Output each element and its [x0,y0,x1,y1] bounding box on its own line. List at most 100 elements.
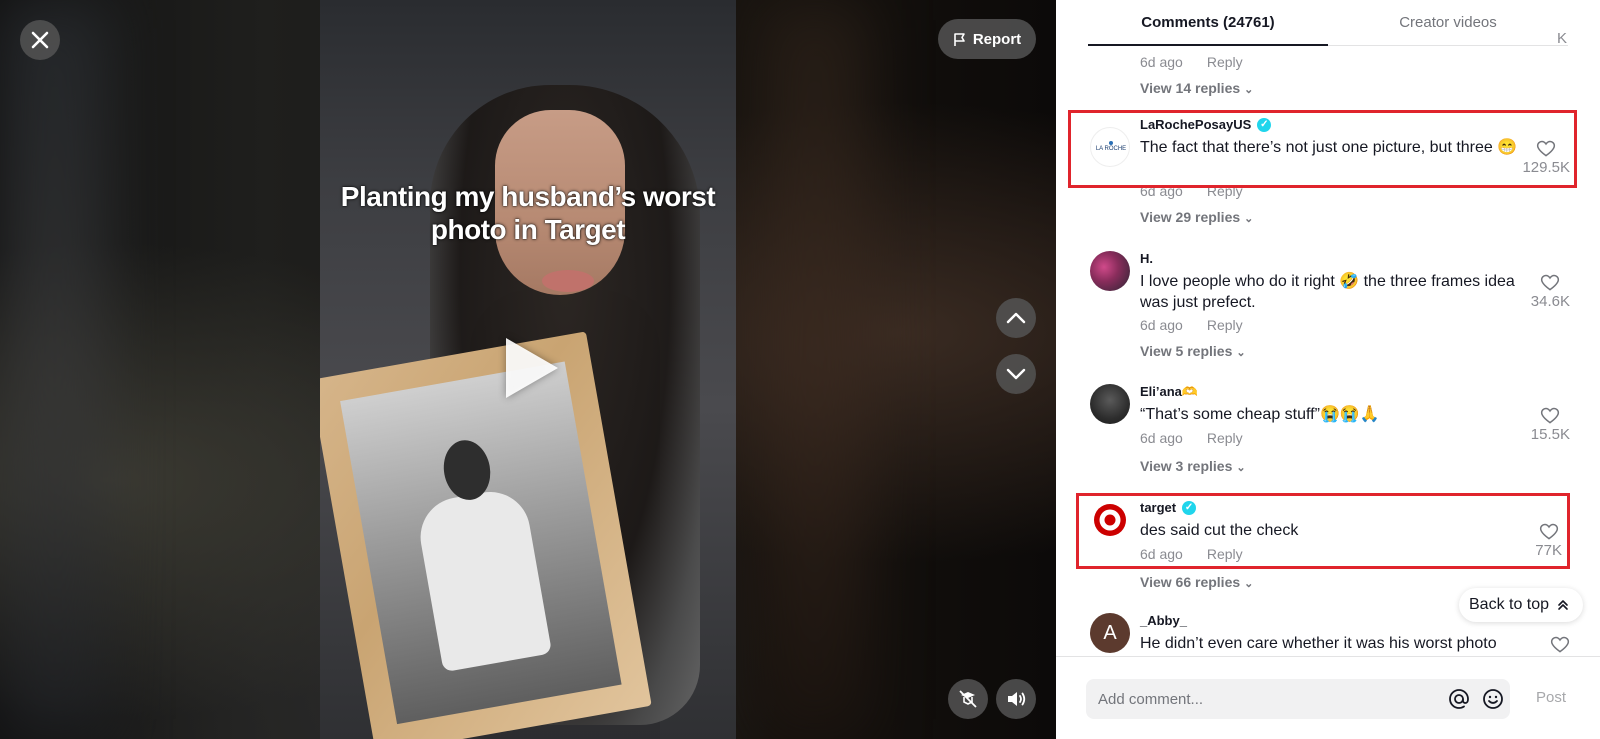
comment-text: I love people who do it right 🤣 the thre… [1140,273,1515,311]
background-blur [760,0,870,739]
comment-username[interactable]: H. [1140,251,1153,266]
avatar[interactable]: A [1090,613,1130,653]
like-button[interactable] [1550,635,1570,655]
like-button[interactable]: 77K [1535,522,1562,559]
comment-age: 6d ago [1140,317,1183,333]
username-text: Eli’ana🫶 [1140,384,1199,399]
comment-meta: 6d ago Reply [1140,546,1243,562]
view-replies-label: View 29 replies [1140,209,1241,225]
chevron-down-icon: ⌄ [1236,346,1246,359]
heart-icon [1550,636,1570,653]
svg-text:LA ROCHE: LA ROCHE [1096,146,1126,152]
reply-button[interactable]: Reply [1207,54,1243,70]
mention-button[interactable] [1442,682,1476,716]
avatar[interactable] [1090,384,1130,424]
report-button[interactable]: Report [938,19,1036,59]
comment-text: The fact that there’s not just one pictu… [1140,139,1518,156]
comment-text: des said cut the check [1140,522,1299,539]
heart-icon [1539,523,1558,540]
avatar[interactable] [1090,251,1130,291]
video-stage: Report Planting my husband’s worst photo… [0,0,1056,739]
like-button[interactable]: 129.5K [1522,139,1570,176]
video-player[interactable]: Planting my husband’s worst photo in Tar… [320,0,736,739]
view-replies-button[interactable]: View 5 replies ⌄ [1140,343,1246,359]
comment-meta: 6d ago Reply [1140,183,1243,199]
reply-button[interactable]: Reply [1207,317,1243,333]
comment-meta: 6d ago Reply [1140,317,1243,333]
laroche-posay-logo: LA ROCHE [1094,141,1128,152]
like-count: 129.5K [1522,159,1570,176]
username-text: _Abby_ [1140,613,1187,628]
comment-username[interactable]: LaRochePosayUS ✓ [1140,117,1272,132]
comment-username[interactable]: _Abby_ [1140,613,1187,628]
comment-age: 6d ago [1140,546,1183,562]
comment-username[interactable]: target ✓ [1140,500,1197,515]
view-replies-button[interactable]: View 29 replies ⌄ [1140,209,1253,225]
tab-overflow-text: K [1557,30,1568,47]
chevron-down-icon: ⌄ [1244,83,1254,96]
post-button[interactable]: Post [1536,689,1566,706]
chevron-down-icon: ⌄ [1236,461,1246,474]
double-chevron-up-icon [1558,600,1568,610]
comment-list[interactable]: 6d ago Reply View 14 replies ⌄ LA ROCHE … [1056,47,1600,656]
comment-age: 6d ago [1140,183,1183,199]
heart-icon [1541,274,1560,291]
video-caption: Planting my husband’s worst photo in Tar… [340,181,716,245]
heart-icon [1541,407,1560,424]
back-to-top-label: Back to top [1469,596,1550,613]
close-icon [31,31,49,49]
view-replies-label: View 3 replies [1140,458,1233,474]
target-logo-icon [1094,504,1126,536]
like-button[interactable]: 34.6K [1531,273,1570,310]
comment-username[interactable]: Eli’ana🫶 [1140,384,1198,400]
reply-button[interactable]: Reply [1207,430,1243,446]
view-replies-label: View 14 replies [1140,80,1241,96]
view-replies-button[interactable]: View 14 replies ⌄ [1140,80,1253,96]
view-replies-label: View 5 replies [1140,343,1233,359]
chevron-down-icon: ⌄ [1244,212,1254,225]
background-blur [0,0,110,739]
tab-creator-videos[interactable]: Creator videos [1328,0,1568,45]
username-text: H. [1140,251,1153,266]
verified-badge-icon: ✓ [1257,117,1272,132]
comment-text: He didn’t even care whether it was his w… [1140,635,1497,652]
avatar[interactable]: LA ROCHE [1090,127,1130,167]
volume-icon [1008,692,1026,706]
play-button[interactable] [506,338,558,398]
comment-input-wrapper [1086,679,1510,719]
like-button[interactable]: 15.5K [1531,406,1570,443]
close-button[interactable] [20,20,60,60]
reply-button[interactable]: Reply [1207,183,1243,199]
emoji-button[interactable] [1476,682,1510,716]
username-text: target [1140,500,1177,515]
chevron-down-icon [1006,368,1026,380]
like-count: 34.6K [1530,293,1570,310]
view-replies-button[interactable]: View 3 replies ⌄ [1140,458,1246,474]
comment-input[interactable] [1086,679,1442,719]
username-text: LaRochePosayUS [1140,117,1252,132]
volume-button[interactable] [996,679,1036,719]
tab-comments[interactable]: Comments (24761) [1088,0,1328,46]
reply-button[interactable]: Reply [1207,546,1243,562]
like-count: 77K [1535,542,1562,559]
back-to-top-button[interactable]: Back to top [1459,588,1584,622]
panel-tabs: Comments (24761) Creator videos [1088,0,1568,46]
verified-badge-icon: ✓ [1182,500,1197,515]
heart-icon [1537,140,1556,157]
chevron-up-icon [1006,312,1026,324]
frame-photo-figure [414,485,553,673]
comment-composer: Post [1056,656,1600,739]
comment-age: 6d ago [1140,430,1183,446]
comment-meta: 6d ago Reply [1140,54,1243,70]
pip-toggle-button[interactable] [948,679,988,719]
avatar[interactable] [1090,500,1130,540]
previous-video-button[interactable] [996,298,1036,338]
like-count: 15.5K [1530,426,1570,443]
comment-text: “That’s some cheap stuff”😭😭🙏 [1140,406,1380,423]
pip-off-icon [959,690,977,708]
flag-icon [954,32,965,46]
emoji-icon [1483,689,1503,709]
comment-meta: 6d ago Reply [1140,430,1243,446]
next-video-button[interactable] [996,354,1036,394]
view-replies-button[interactable]: View 66 replies ⌄ [1140,574,1253,590]
